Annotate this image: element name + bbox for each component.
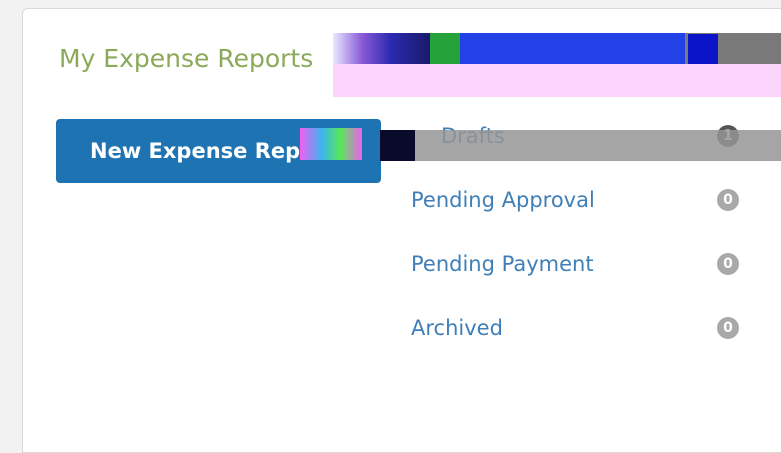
- archived-count-badge: 0: [717, 317, 739, 339]
- status-label-archived: Archived: [411, 316, 503, 340]
- glitch-band-pink: [333, 64, 781, 97]
- glitch-band-gray2: [415, 130, 781, 161]
- status-label-pending-payment: Pending Payment: [411, 252, 594, 276]
- glitch-block-mixed: [333, 33, 430, 64]
- glitch-band-dark: [380, 130, 415, 161]
- status-item-archived[interactable]: Archived 0: [411, 313, 741, 343]
- pending-approval-count-badge: 0: [717, 189, 739, 211]
- status-item-pending-approval[interactable]: Pending Approval 0: [411, 185, 741, 215]
- glitch-block-button: [300, 128, 362, 160]
- status-item-pending-payment[interactable]: Pending Payment 0: [411, 249, 741, 279]
- glitch-block-green: [430, 33, 460, 64]
- glitch-block-darkblue: [688, 34, 718, 64]
- pending-payment-count-badge: 0: [717, 253, 739, 275]
- status-label-pending-approval: Pending Approval: [411, 188, 595, 212]
- panel-title: My Expense Reports: [59, 44, 314, 73]
